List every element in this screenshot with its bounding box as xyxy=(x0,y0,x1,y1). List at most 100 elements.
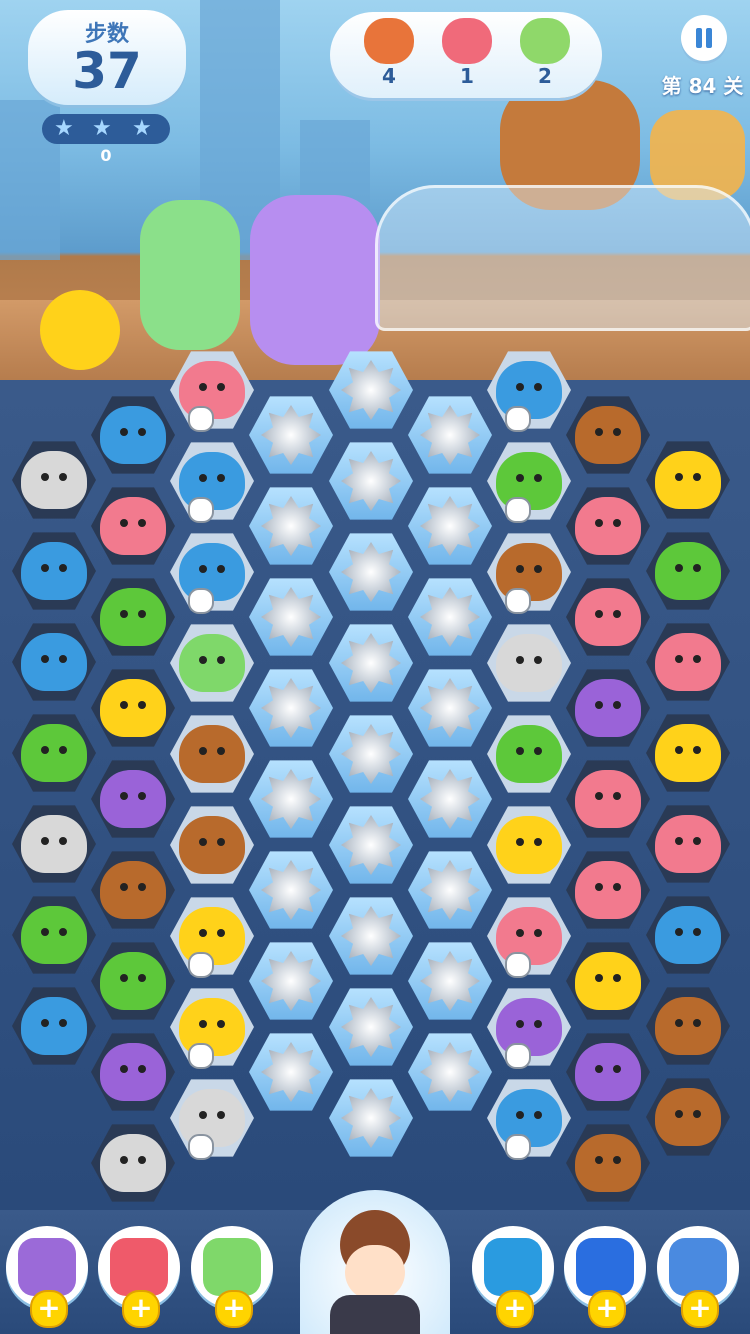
hero-face xyxy=(345,1245,405,1300)
piece-eye xyxy=(516,565,524,573)
piece-eye xyxy=(120,883,128,891)
blue-piece[interactable] xyxy=(655,906,721,964)
metal-blocker-icon xyxy=(420,860,480,920)
pink-piece[interactable] xyxy=(575,770,641,828)
piece-eye xyxy=(595,883,603,891)
blue-piece[interactable] xyxy=(21,997,87,1055)
metal-blocker-icon xyxy=(341,906,401,966)
metal-blocker-icon xyxy=(261,951,321,1011)
bear-piece[interactable] xyxy=(179,725,245,783)
piece-eye xyxy=(138,1065,146,1073)
piece-eye xyxy=(675,473,683,481)
swap-arrows-icon xyxy=(484,1238,542,1296)
purple-piece[interactable] xyxy=(100,770,166,828)
bear-piece[interactable] xyxy=(655,997,721,1055)
star-progress-bar: ★ ★ ★ xyxy=(42,114,170,144)
piece-eye xyxy=(217,838,225,846)
piece-eye xyxy=(534,747,542,755)
piece-eye xyxy=(693,1110,701,1118)
buy-booster-plus-button[interactable]: + xyxy=(30,1290,68,1328)
pause-icon xyxy=(696,28,702,48)
rocket-icon xyxy=(110,1238,168,1296)
pink-piece[interactable] xyxy=(655,633,721,691)
chick-piece[interactable] xyxy=(100,679,166,737)
blue-piece[interactable] xyxy=(100,406,166,464)
piece-eye xyxy=(675,746,683,754)
chick-piece[interactable] xyxy=(655,451,721,509)
candy-piece[interactable] xyxy=(179,634,245,692)
buy-booster-plus-button[interactable]: + xyxy=(122,1290,160,1328)
bear-piece[interactable] xyxy=(575,406,641,464)
buy-booster-plus-button[interactable]: + xyxy=(496,1290,534,1328)
piece-eye xyxy=(693,1019,701,1027)
piece-eye xyxy=(199,565,207,573)
pink-piece[interactable] xyxy=(575,588,641,646)
lock-icon xyxy=(505,588,531,614)
green-piece[interactable] xyxy=(496,725,562,783)
green-piece[interactable] xyxy=(21,906,87,964)
display-case xyxy=(375,185,750,331)
bear-piece[interactable] xyxy=(179,816,245,874)
blue-piece[interactable] xyxy=(21,633,87,691)
piece-eye xyxy=(693,473,701,481)
green-piece[interactable] xyxy=(655,542,721,600)
panda-piece[interactable] xyxy=(100,1134,166,1192)
green-piece[interactable] xyxy=(21,724,87,782)
piece-eye xyxy=(138,1156,146,1164)
piece-eye xyxy=(613,428,621,436)
metal-blocker-icon xyxy=(261,1042,321,1102)
hourglass-icon xyxy=(669,1238,727,1296)
bear-piece[interactable] xyxy=(575,1134,641,1192)
chick-piece[interactable] xyxy=(655,724,721,782)
green-piece[interactable] xyxy=(100,588,166,646)
lock-icon xyxy=(505,406,531,432)
piece-eye xyxy=(59,473,67,481)
hero-body xyxy=(330,1295,420,1334)
metal-blocker-icon xyxy=(341,815,401,875)
piece-eye xyxy=(516,838,524,846)
piece-eye xyxy=(199,656,207,664)
lock-icon xyxy=(188,952,214,978)
pink-piece[interactable] xyxy=(655,815,721,873)
purple-piece[interactable] xyxy=(100,1043,166,1101)
lock-icon xyxy=(188,588,214,614)
panda-piece[interactable] xyxy=(21,451,87,509)
purple-piece[interactable] xyxy=(575,679,641,737)
lock-icon xyxy=(505,952,531,978)
pink-piece[interactable] xyxy=(575,497,641,555)
piece-eye xyxy=(120,701,128,709)
goal-count: 1 xyxy=(460,64,474,88)
piece-eye xyxy=(199,1020,207,1028)
buy-booster-plus-button[interactable]: + xyxy=(681,1290,719,1328)
hero-avatar[interactable] xyxy=(300,1190,450,1334)
piece-eye xyxy=(516,747,524,755)
buy-booster-plus-button[interactable]: + xyxy=(588,1290,626,1328)
green-piece[interactable] xyxy=(100,952,166,1010)
pink-piece[interactable] xyxy=(575,861,641,919)
metal-blocker-icon xyxy=(261,496,321,556)
metal-blocker-icon xyxy=(341,360,401,420)
buy-booster-plus-button[interactable]: + xyxy=(215,1290,253,1328)
piece-eye xyxy=(120,428,128,436)
panda-piece[interactable] xyxy=(21,815,87,873)
metal-blocker-icon xyxy=(420,405,480,465)
piece-eye xyxy=(516,383,524,391)
bear-piece[interactable] xyxy=(655,1088,721,1146)
piece-eye xyxy=(613,701,621,709)
lock-icon xyxy=(188,497,214,523)
metal-blocker-icon xyxy=(341,997,401,1057)
piece-eye xyxy=(120,974,128,982)
panda-piece[interactable] xyxy=(496,634,562,692)
piece-eye xyxy=(534,929,542,937)
blue-piece[interactable] xyxy=(21,542,87,600)
pink-piece[interactable] xyxy=(100,497,166,555)
goal-count: 2 xyxy=(538,64,552,88)
purple-piece[interactable] xyxy=(575,1043,641,1101)
chick-piece[interactable] xyxy=(575,952,641,1010)
piece-eye xyxy=(138,792,146,800)
piece-eye xyxy=(199,1111,207,1119)
bear-piece[interactable] xyxy=(100,861,166,919)
hotdog-icon xyxy=(364,18,414,64)
chick-piece[interactable] xyxy=(496,816,562,874)
pause-button[interactable] xyxy=(681,15,727,61)
